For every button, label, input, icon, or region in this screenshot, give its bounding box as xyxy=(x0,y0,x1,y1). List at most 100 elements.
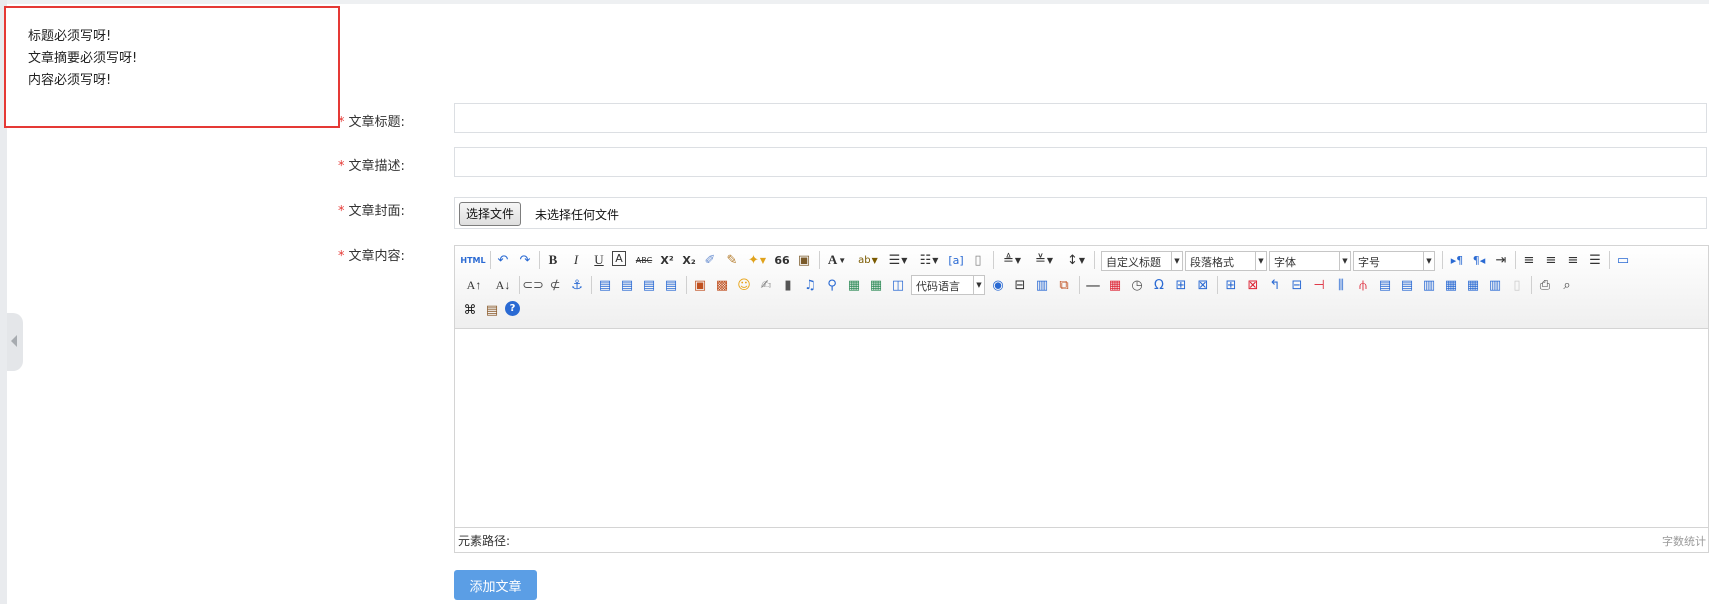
paste-plain-icon[interactable]: ▣ xyxy=(795,251,813,269)
background-icon[interactable]: ▥ xyxy=(1033,276,1051,294)
superscript-icon[interactable]: X² xyxy=(658,251,676,269)
subscript-icon[interactable]: X₂ xyxy=(680,251,698,269)
indent-icon[interactable]: ⇥ xyxy=(1492,251,1510,269)
to-uppercase-icon[interactable]: A↑ xyxy=(465,276,483,294)
attachment-icon[interactable]: ⚲ xyxy=(823,276,841,294)
select-all-icon[interactable]: [a] xyxy=(947,251,965,269)
insert-image-icon[interactable]: ▩ xyxy=(713,276,731,294)
insert-frame-icon[interactable]: ◫ xyxy=(889,276,907,294)
html-source-icon[interactable]: HTML xyxy=(460,251,485,269)
bold-icon[interactable]: B xyxy=(544,251,562,269)
error-summary-required: 文章摘要必须写呀! xyxy=(28,51,138,66)
align-justify-icon[interactable]: ☰ xyxy=(1586,251,1604,269)
split-to-cells-icon[interactable]: ▦ xyxy=(1442,276,1460,294)
delete-table-icon[interactable]: ⊠ xyxy=(1244,276,1262,294)
spechars-icon[interactable]: ⊠ xyxy=(1194,276,1212,294)
map-icon[interactable]: ▦ xyxy=(845,276,863,294)
code-language-select[interactable]: 代码语言 ▼ xyxy=(911,275,985,295)
insert-row-icon[interactable]: ⊟ xyxy=(1288,276,1306,294)
format-brush-icon[interactable]: ✎ xyxy=(723,251,741,269)
eraser-icon[interactable]: ✐ xyxy=(701,251,719,269)
auto-format-icon[interactable]: ✦ ▼ xyxy=(744,251,770,269)
description-input[interactable] xyxy=(454,147,1707,177)
insert-video-icon[interactable]: ▮ xyxy=(779,276,797,294)
paragraph-format-select[interactable]: 段落格式 ▼ xyxy=(1185,251,1267,271)
merge-right-icon[interactable]: ▤ xyxy=(1398,276,1416,294)
underline-icon[interactable]: U xyxy=(590,251,608,269)
required-mark: * xyxy=(338,115,345,130)
rtl-direction-icon[interactable]: ¶◂ xyxy=(1470,251,1488,269)
special-chars-icon[interactable]: Ω xyxy=(1150,276,1168,294)
choose-file-button[interactable]: 选择文件 xyxy=(459,202,522,226)
simple-upload-icon[interactable]: ▣ xyxy=(691,276,709,294)
draft-icon[interactable]: ▤ xyxy=(483,301,501,319)
undo-icon[interactable]: ↶ xyxy=(494,251,512,269)
merge-down-icon[interactable]: ▥ xyxy=(1420,276,1438,294)
add-article-button[interactable]: 添加文章 xyxy=(454,570,537,600)
chevron-down-icon: ▼ xyxy=(1339,252,1350,270)
image-none-icon[interactable]: ▤ xyxy=(596,276,614,294)
unordered-list-icon[interactable]: ☷ ▼ xyxy=(916,251,942,269)
font-family-select[interactable]: 字体 ▼ xyxy=(1269,251,1351,271)
row-spacing-top-icon[interactable]: ≜ ▼ xyxy=(998,251,1026,269)
ltr-direction-icon[interactable]: ▸¶ xyxy=(1448,251,1466,269)
align-center-icon[interactable]: ≡ xyxy=(1542,251,1560,269)
horizontal-rule-icon[interactable]: — xyxy=(1084,276,1102,294)
delete-row-icon[interactable]: ⊣ xyxy=(1310,276,1328,294)
help-icon[interactable]: ? xyxy=(505,301,520,316)
scrawl-icon[interactable]: ✍ xyxy=(757,276,775,294)
print-icon[interactable]: ⎙ xyxy=(1536,276,1554,294)
link-icon[interactable]: ⊂⊃ xyxy=(522,276,544,294)
date-icon[interactable]: ▦ xyxy=(1106,276,1124,294)
sidebar-collapse-toggle[interactable] xyxy=(7,313,23,371)
line-height-icon[interactable]: ↕ ▼ xyxy=(1062,251,1090,269)
clear-doc-icon[interactable]: ▯ xyxy=(969,251,987,269)
custom-heading-select[interactable]: 自定义标题 ▼ xyxy=(1101,251,1183,271)
search-replace-binoculars-icon[interactable]: ⌘ xyxy=(461,301,479,319)
italic-icon[interactable]: I xyxy=(567,251,585,269)
image-right-icon[interactable]: ▤ xyxy=(640,276,658,294)
split-to-cols-icon[interactable]: ▥ xyxy=(1486,276,1504,294)
editor-content-area[interactable] xyxy=(455,329,1708,528)
emotion-icon[interactable]: ☺ xyxy=(735,276,753,294)
ordered-list-icon[interactable]: ☰ ▼ xyxy=(885,251,911,269)
image-left-icon[interactable]: ▤ xyxy=(618,276,636,294)
font-border-icon[interactable]: A xyxy=(612,251,626,266)
redo-icon[interactable]: ↷ xyxy=(516,251,534,269)
gmap-icon[interactable]: ▦ xyxy=(867,276,885,294)
anchor-icon[interactable]: ⚓ xyxy=(568,276,586,294)
insert-paragraph-before-table-icon[interactable]: ↰ xyxy=(1266,276,1284,294)
fullscreen-icon[interactable]: ▭ xyxy=(1614,251,1632,269)
wordimage-icon[interactable]: ⊞ xyxy=(1172,276,1190,294)
unlink-icon[interactable]: ⊄ xyxy=(546,276,564,294)
insert-col-icon[interactable]: ⫼ xyxy=(1332,276,1350,294)
music-icon[interactable]: ♫ xyxy=(801,276,819,294)
template-icon[interactable]: ⊟ xyxy=(1011,276,1029,294)
row-spacing-bottom-icon[interactable]: ≚ ▼ xyxy=(1030,251,1058,269)
font-color-icon[interactable]: A ▼ xyxy=(824,251,850,269)
page-break-icon[interactable]: ◉ xyxy=(989,276,1007,294)
align-right-icon[interactable]: ≡ xyxy=(1564,251,1582,269)
title-label: * 文章标题: xyxy=(338,111,405,130)
split-to-rows-icon[interactable]: ▦ xyxy=(1464,276,1482,294)
highlight-color-icon[interactable]: ab ▼ xyxy=(854,251,882,269)
align-left-icon[interactable]: ≡ xyxy=(1520,251,1538,269)
description-label: * 文章描述: xyxy=(338,155,405,174)
rich-text-editor: HTML ↶ ↷ B I U A ABC X² X₂ ✐ ✎ ✦ ▼ 66 ▣ A… xyxy=(454,245,1709,553)
search-replace-icon[interactable]: ⧉ xyxy=(1055,276,1073,294)
delete-col-icon[interactable]: ⫛ xyxy=(1354,276,1372,294)
font-size-select[interactable]: 字号 ▼ xyxy=(1353,251,1435,271)
time-icon[interactable]: ◷ xyxy=(1128,276,1146,294)
title-input[interactable] xyxy=(454,103,1707,133)
separator xyxy=(539,251,540,269)
separator xyxy=(591,276,592,294)
insert-table-icon[interactable]: ⊞ xyxy=(1222,276,1240,294)
image-center-icon[interactable]: ▤ xyxy=(662,276,680,294)
description-label-text: 文章描述: xyxy=(348,159,405,174)
preview-icon[interactable]: ⌕ xyxy=(1558,276,1576,294)
charts-icon[interactable]: ▯ xyxy=(1508,276,1526,294)
merge-cells-icon[interactable]: ▤ xyxy=(1376,276,1394,294)
to-lowercase-icon[interactable]: A↓ xyxy=(494,276,512,294)
blockquote-icon[interactable]: 66 xyxy=(773,251,791,269)
strikethrough-icon[interactable]: ABC xyxy=(634,251,654,269)
